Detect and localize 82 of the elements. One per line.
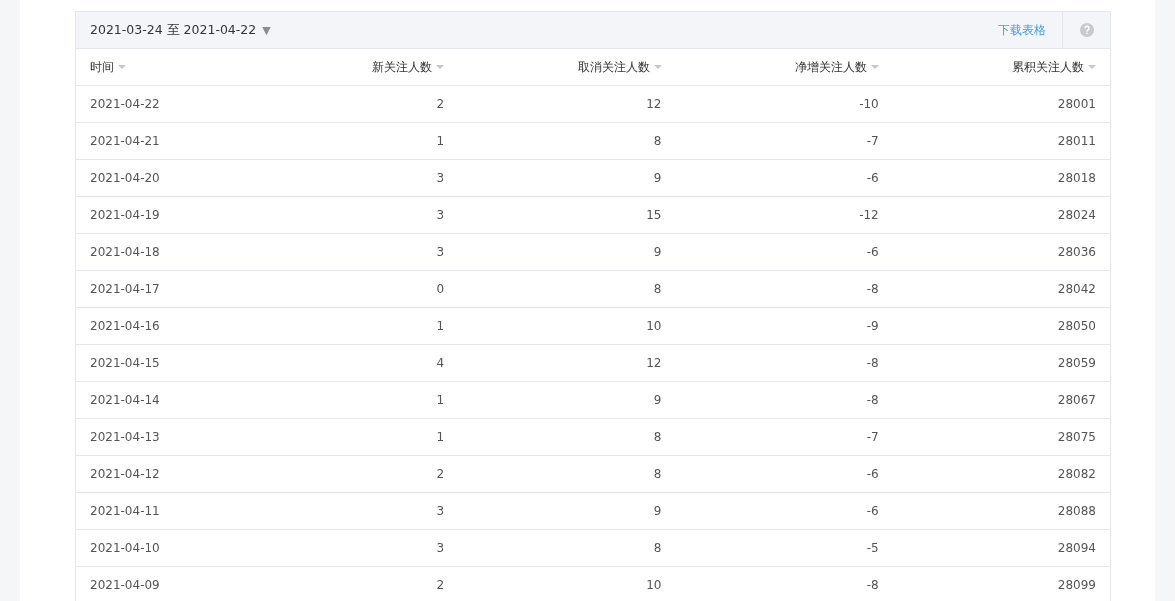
table-cell: 2021-04-18 bbox=[90, 245, 160, 259]
table-cell: 28042 bbox=[1057, 282, 1096, 296]
table-cell: -8 bbox=[866, 282, 879, 296]
table-cell: 1 bbox=[436, 319, 445, 333]
table-cell: -8 bbox=[866, 578, 879, 592]
table-cell: 28050 bbox=[1057, 319, 1096, 333]
table-cell: -9 bbox=[866, 319, 879, 333]
column-header[interactable]: 累积关注人数 bbox=[1012, 59, 1084, 75]
table-cell: -8 bbox=[866, 393, 879, 407]
table-cell: 2021-04-14 bbox=[90, 393, 160, 407]
table-cell: 28099 bbox=[1057, 578, 1096, 592]
table-cell: 9 bbox=[653, 245, 662, 259]
table-cell: -7 bbox=[866, 134, 879, 148]
table-cell: 3 bbox=[436, 208, 445, 222]
table-cell: -5 bbox=[866, 541, 879, 555]
column-header[interactable]: 净增关注人数 bbox=[794, 59, 867, 75]
date-range[interactable]: 2021-03-24 至 2021-04-22 bbox=[90, 21, 257, 39]
table-cell: 9 bbox=[653, 504, 662, 518]
sort-caret-icon[interactable] bbox=[436, 64, 445, 70]
table-cell: 2 bbox=[436, 467, 445, 481]
help-icon[interactable] bbox=[1079, 23, 1094, 37]
table-cell: 2021-04-22 bbox=[90, 97, 160, 111]
table-cell: 8 bbox=[653, 430, 662, 444]
table-cell: 2021-04-16 bbox=[90, 319, 160, 333]
sort-caret-icon[interactable] bbox=[653, 64, 662, 70]
table-cell: 2021-04-17 bbox=[90, 282, 160, 296]
sort-caret-icon[interactable] bbox=[118, 64, 126, 70]
table-cell: 28001 bbox=[1057, 97, 1096, 111]
table-cell: 28024 bbox=[1057, 208, 1096, 222]
column-header[interactable]: 时间 bbox=[90, 59, 114, 75]
table-cell: 8 bbox=[653, 282, 662, 296]
table-cell: 15 bbox=[646, 208, 662, 222]
table-cell: 2021-04-15 bbox=[90, 356, 160, 370]
table-cell: 2021-04-19 bbox=[90, 208, 160, 222]
table-cell: -6 bbox=[866, 245, 879, 259]
table-cell: 28088 bbox=[1057, 504, 1096, 518]
table-cell: 9 bbox=[653, 171, 662, 185]
table-cell: 28075 bbox=[1057, 430, 1096, 444]
table-cell: -6 bbox=[866, 171, 879, 185]
table-cell: 2021-04-21 bbox=[90, 134, 160, 148]
column-header[interactable]: 新关注人数 bbox=[372, 59, 433, 75]
table-cell: -8 bbox=[866, 356, 879, 370]
table-cell: 28011 bbox=[1057, 134, 1096, 148]
table-cell: 8 bbox=[653, 134, 662, 148]
table-cell: -6 bbox=[866, 504, 879, 518]
table-cell: 2 bbox=[436, 97, 445, 111]
table-cell: 28036 bbox=[1057, 245, 1096, 259]
table-cell: 12 bbox=[646, 97, 662, 111]
table-cell: 28082 bbox=[1057, 467, 1096, 481]
table-cell: 28067 bbox=[1057, 393, 1096, 407]
table-cell: 1 bbox=[436, 393, 445, 407]
table-cell: 2 bbox=[436, 578, 445, 592]
table-cell: 3 bbox=[436, 541, 445, 555]
table-cell: 2021-04-10 bbox=[90, 541, 160, 555]
table-cell: -6 bbox=[866, 467, 879, 481]
table-cell: 28094 bbox=[1057, 541, 1096, 555]
table-cell: 8 bbox=[653, 467, 662, 481]
table-cell: -12 bbox=[859, 208, 879, 222]
table-cell: 10 bbox=[646, 319, 662, 333]
sort-caret-icon[interactable] bbox=[870, 64, 879, 70]
table-cell: -10 bbox=[859, 97, 879, 111]
table-cell: 2021-04-12 bbox=[90, 467, 160, 481]
table-cell: 0 bbox=[436, 282, 445, 296]
table-cell: 2021-04-09 bbox=[90, 578, 160, 592]
table-cell: 4 bbox=[436, 356, 445, 370]
table-cell: 8 bbox=[653, 541, 662, 555]
table-cell: -7 bbox=[866, 430, 879, 444]
table-cell: 3 bbox=[436, 504, 445, 518]
table-cell: 28059 bbox=[1057, 356, 1096, 370]
column-header[interactable]: 取消关注人数 bbox=[577, 59, 650, 75]
table-cell: 2021-04-20 bbox=[90, 171, 160, 185]
table-cell: 1 bbox=[436, 134, 445, 148]
table-cell: 2021-04-11 bbox=[90, 504, 160, 518]
sort-caret-icon[interactable] bbox=[1088, 64, 1096, 70]
table-cell: 28018 bbox=[1057, 171, 1096, 185]
table-cell: 3 bbox=[436, 245, 445, 259]
table-cell: 12 bbox=[646, 356, 662, 370]
table-cell: 3 bbox=[436, 171, 445, 185]
table-cell: 1 bbox=[436, 430, 445, 444]
table-cell: 9 bbox=[653, 393, 662, 407]
table-cell: 10 bbox=[646, 578, 662, 592]
table-cell: 2021-04-13 bbox=[90, 430, 160, 444]
